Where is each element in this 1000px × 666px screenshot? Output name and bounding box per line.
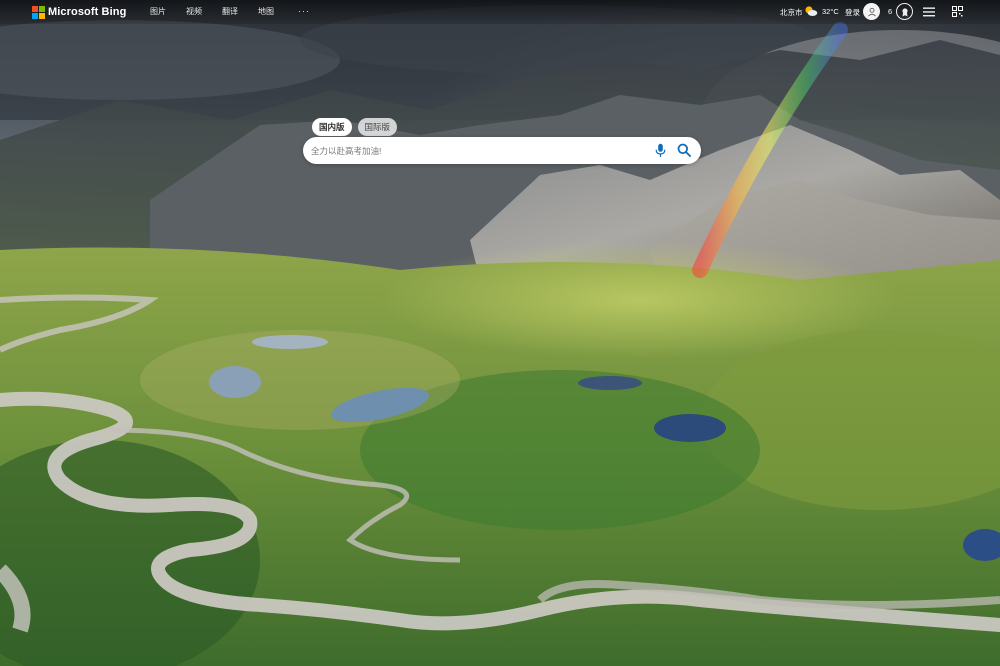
tab-international[interactable]: 国际版 [357,118,398,136]
more-menu-button[interactable]: ··· [298,6,310,17]
nav-translate[interactable]: 翻译 [222,6,238,17]
login-link[interactable]: 登录 [845,7,860,18]
search-icon[interactable] [677,143,691,157]
nav-maps[interactable]: 地图 [258,6,274,17]
microsoft-logo-icon [32,6,45,19]
user-icon [867,7,876,16]
location-label[interactable]: 北京市 [780,7,803,18]
user-avatar-button[interactable] [863,3,880,20]
region-tabs: 国内版 国际版 [312,118,398,136]
tab-domestic[interactable]: 国内版 [312,118,352,136]
top-nav: 图片 视频 翻译 地图 ··· [150,6,310,17]
microphone-icon[interactable] [655,143,666,158]
nav-videos[interactable]: 视频 [186,6,202,17]
background-image [0,0,1000,666]
rewards-button[interactable] [896,3,913,20]
hamburger-menu-icon[interactable] [923,7,935,17]
bing-logo[interactable]: Microsoft Bing [32,5,126,19]
search-box [303,137,701,164]
landscape-illustration [0,0,1000,666]
nav-images[interactable]: 图片 [150,6,166,17]
reward-points: 6 [888,7,893,16]
brand-name: Microsoft Bing [48,6,127,18]
qr-code-icon[interactable] [952,6,963,17]
top-bar: Microsoft Bing 图片 视频 翻译 地图 ··· 北京市 32°C … [0,0,1000,24]
search-input[interactable] [311,141,641,160]
partly-sunny-icon[interactable] [804,5,818,17]
temperature-label[interactable]: 32°C [822,7,839,16]
rewards-medal-icon [901,7,908,16]
